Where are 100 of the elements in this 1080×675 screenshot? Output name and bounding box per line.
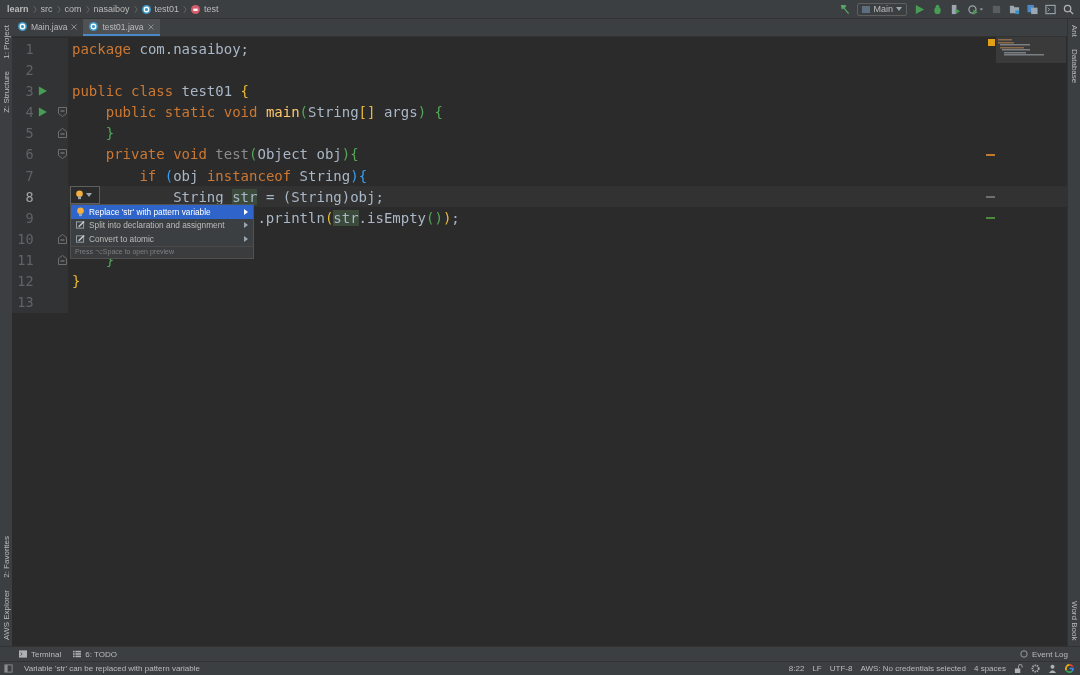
chevron-icon	[32, 4, 37, 14]
error-stripe-mark[interactable]	[986, 217, 995, 220]
chevron-icon	[133, 4, 138, 14]
status-item[interactable]: AWS: No credentials selected	[860, 664, 966, 673]
google-icon[interactable]	[1065, 664, 1074, 673]
status-item[interactable]: 8:22	[788, 664, 805, 673]
event-log-button[interactable]: Event Log	[1019, 649, 1068, 659]
menu-item[interactable]: Split into declaration and assignment	[71, 218, 253, 232]
code-token: str	[232, 188, 258, 205]
code-token: .println	[257, 209, 325, 226]
breadcrumb[interactable]: nasaiboy	[93, 4, 130, 14]
code-token: String	[173, 188, 225, 205]
code-token: test01	[181, 82, 234, 99]
code-token: test	[215, 146, 249, 163]
code-token: ;	[451, 209, 460, 226]
breadcrumb[interactable]: src	[40, 4, 53, 14]
breadcrumb[interactable]: test01	[154, 4, 180, 14]
error-stripe-mark[interactable]	[986, 196, 995, 199]
run-icon[interactable]	[914, 3, 925, 15]
coverage-icon[interactable]	[950, 3, 961, 15]
edit-icon	[76, 233, 85, 244]
lock-icon[interactable]	[1014, 664, 1023, 673]
fold-icon[interactable]	[58, 255, 67, 266]
code-token: public static void	[105, 104, 259, 121]
class-icon	[18, 22, 27, 31]
code-token: {	[350, 146, 359, 163]
code-token: []	[358, 104, 376, 121]
code-token: )	[350, 167, 359, 184]
code-token: main	[265, 104, 300, 121]
code-token: String	[299, 167, 351, 184]
code-token: {	[240, 82, 250, 99]
breadcrumb[interactable]: learn	[7, 4, 29, 14]
fold-icon[interactable]	[58, 128, 67, 139]
fold-icon[interactable]	[58, 234, 67, 244]
gear-icon[interactable]	[1031, 664, 1040, 673]
speech-bubble-icon	[1019, 650, 1028, 658]
line-number: 8	[24, 188, 34, 205]
tool-window-tab[interactable]: AWS Explorer	[1, 590, 11, 640]
dropdown-arrow-icon	[896, 7, 902, 11]
search-icon[interactable]	[1063, 3, 1074, 15]
breadcrumb[interactable]: com	[64, 4, 82, 14]
tool-window-tab[interactable]: Z: Structure	[1, 70, 11, 113]
tool-window-button[interactable]: Terminal	[19, 649, 62, 659]
lightbulb-icon	[75, 190, 84, 200]
intention-bulb-button[interactable]	[70, 186, 100, 204]
code-token: (	[164, 167, 174, 184]
code-token: {	[358, 167, 368, 184]
chevron-icon	[183, 4, 188, 14]
method-icon	[191, 4, 201, 14]
close-icon[interactable]	[147, 23, 154, 30]
list-icon	[73, 650, 82, 658]
chevron-icon	[56, 4, 61, 14]
code-token: private void	[105, 146, 208, 163]
code-token: }	[72, 273, 81, 290]
run-icon[interactable]	[37, 107, 47, 118]
edit-icon	[76, 220, 85, 231]
class-icon	[89, 22, 99, 31]
tool-window-tab[interactable]: Ant	[1069, 25, 1079, 37]
panel-icon[interactable]	[4, 664, 13, 673]
code-token: {	[434, 104, 443, 121]
status-item[interactable]: UTF-8	[829, 664, 853, 673]
code-token: String	[308, 104, 359, 121]
tool-window-tab[interactable]: 1: Project	[1, 25, 11, 59]
code-token: args	[383, 104, 418, 121]
code-token: str	[333, 209, 359, 226]
folder-icon[interactable]	[1009, 3, 1020, 15]
terminal-icon	[19, 650, 27, 658]
tool-window-tab[interactable]: 2: Favorites	[1, 536, 11, 579]
code-token: package	[72, 40, 131, 57]
chevron-icon	[85, 4, 90, 14]
code-token: Object obj	[257, 146, 342, 163]
code-token: (	[299, 104, 309, 121]
terminal-window-icon[interactable]	[1045, 3, 1056, 15]
profiler-icon[interactable]	[968, 3, 984, 15]
code-token: ()	[426, 209, 443, 226]
close-icon[interactable]	[71, 23, 78, 30]
tool-window-tab[interactable]: Database	[1069, 49, 1079, 84]
status-item[interactable]: LF	[812, 664, 822, 673]
dropdown-arrow-icon	[86, 193, 92, 197]
hammer-icon[interactable]	[839, 3, 851, 15]
run-icon[interactable]	[37, 85, 47, 96]
tool-window-tab[interactable]: Word Book	[1069, 600, 1079, 640]
status-message: Variable 'str' can be replaced with pattern variable	[24, 664, 200, 673]
error-stripe-mark[interactable]	[986, 153, 995, 156]
class-icon	[141, 4, 151, 14]
code-token: (	[249, 146, 258, 163]
breadcrumb[interactable]: test	[204, 4, 219, 14]
bug-icon[interactable]	[932, 3, 943, 15]
menu-item[interactable]: Replace 'str' with pattern variable	[71, 205, 253, 219]
status-item[interactable]: 4 spaces	[973, 664, 1006, 673]
fold-icon[interactable]	[58, 107, 67, 118]
tool-window-button[interactable]: 6: TODO	[73, 649, 117, 659]
editor-tab[interactable]: Main.java	[12, 19, 84, 36]
menu-item[interactable]: Convert to atomic	[71, 232, 253, 246]
person-icon[interactable]	[1048, 664, 1057, 673]
code-token: (	[324, 209, 334, 226]
run-configuration-dropdown[interactable]: Main	[857, 2, 907, 16]
editor-tab[interactable]: test01.java	[83, 19, 160, 36]
fold-icon[interactable]	[58, 149, 67, 160]
code-token: )	[417, 104, 427, 121]
